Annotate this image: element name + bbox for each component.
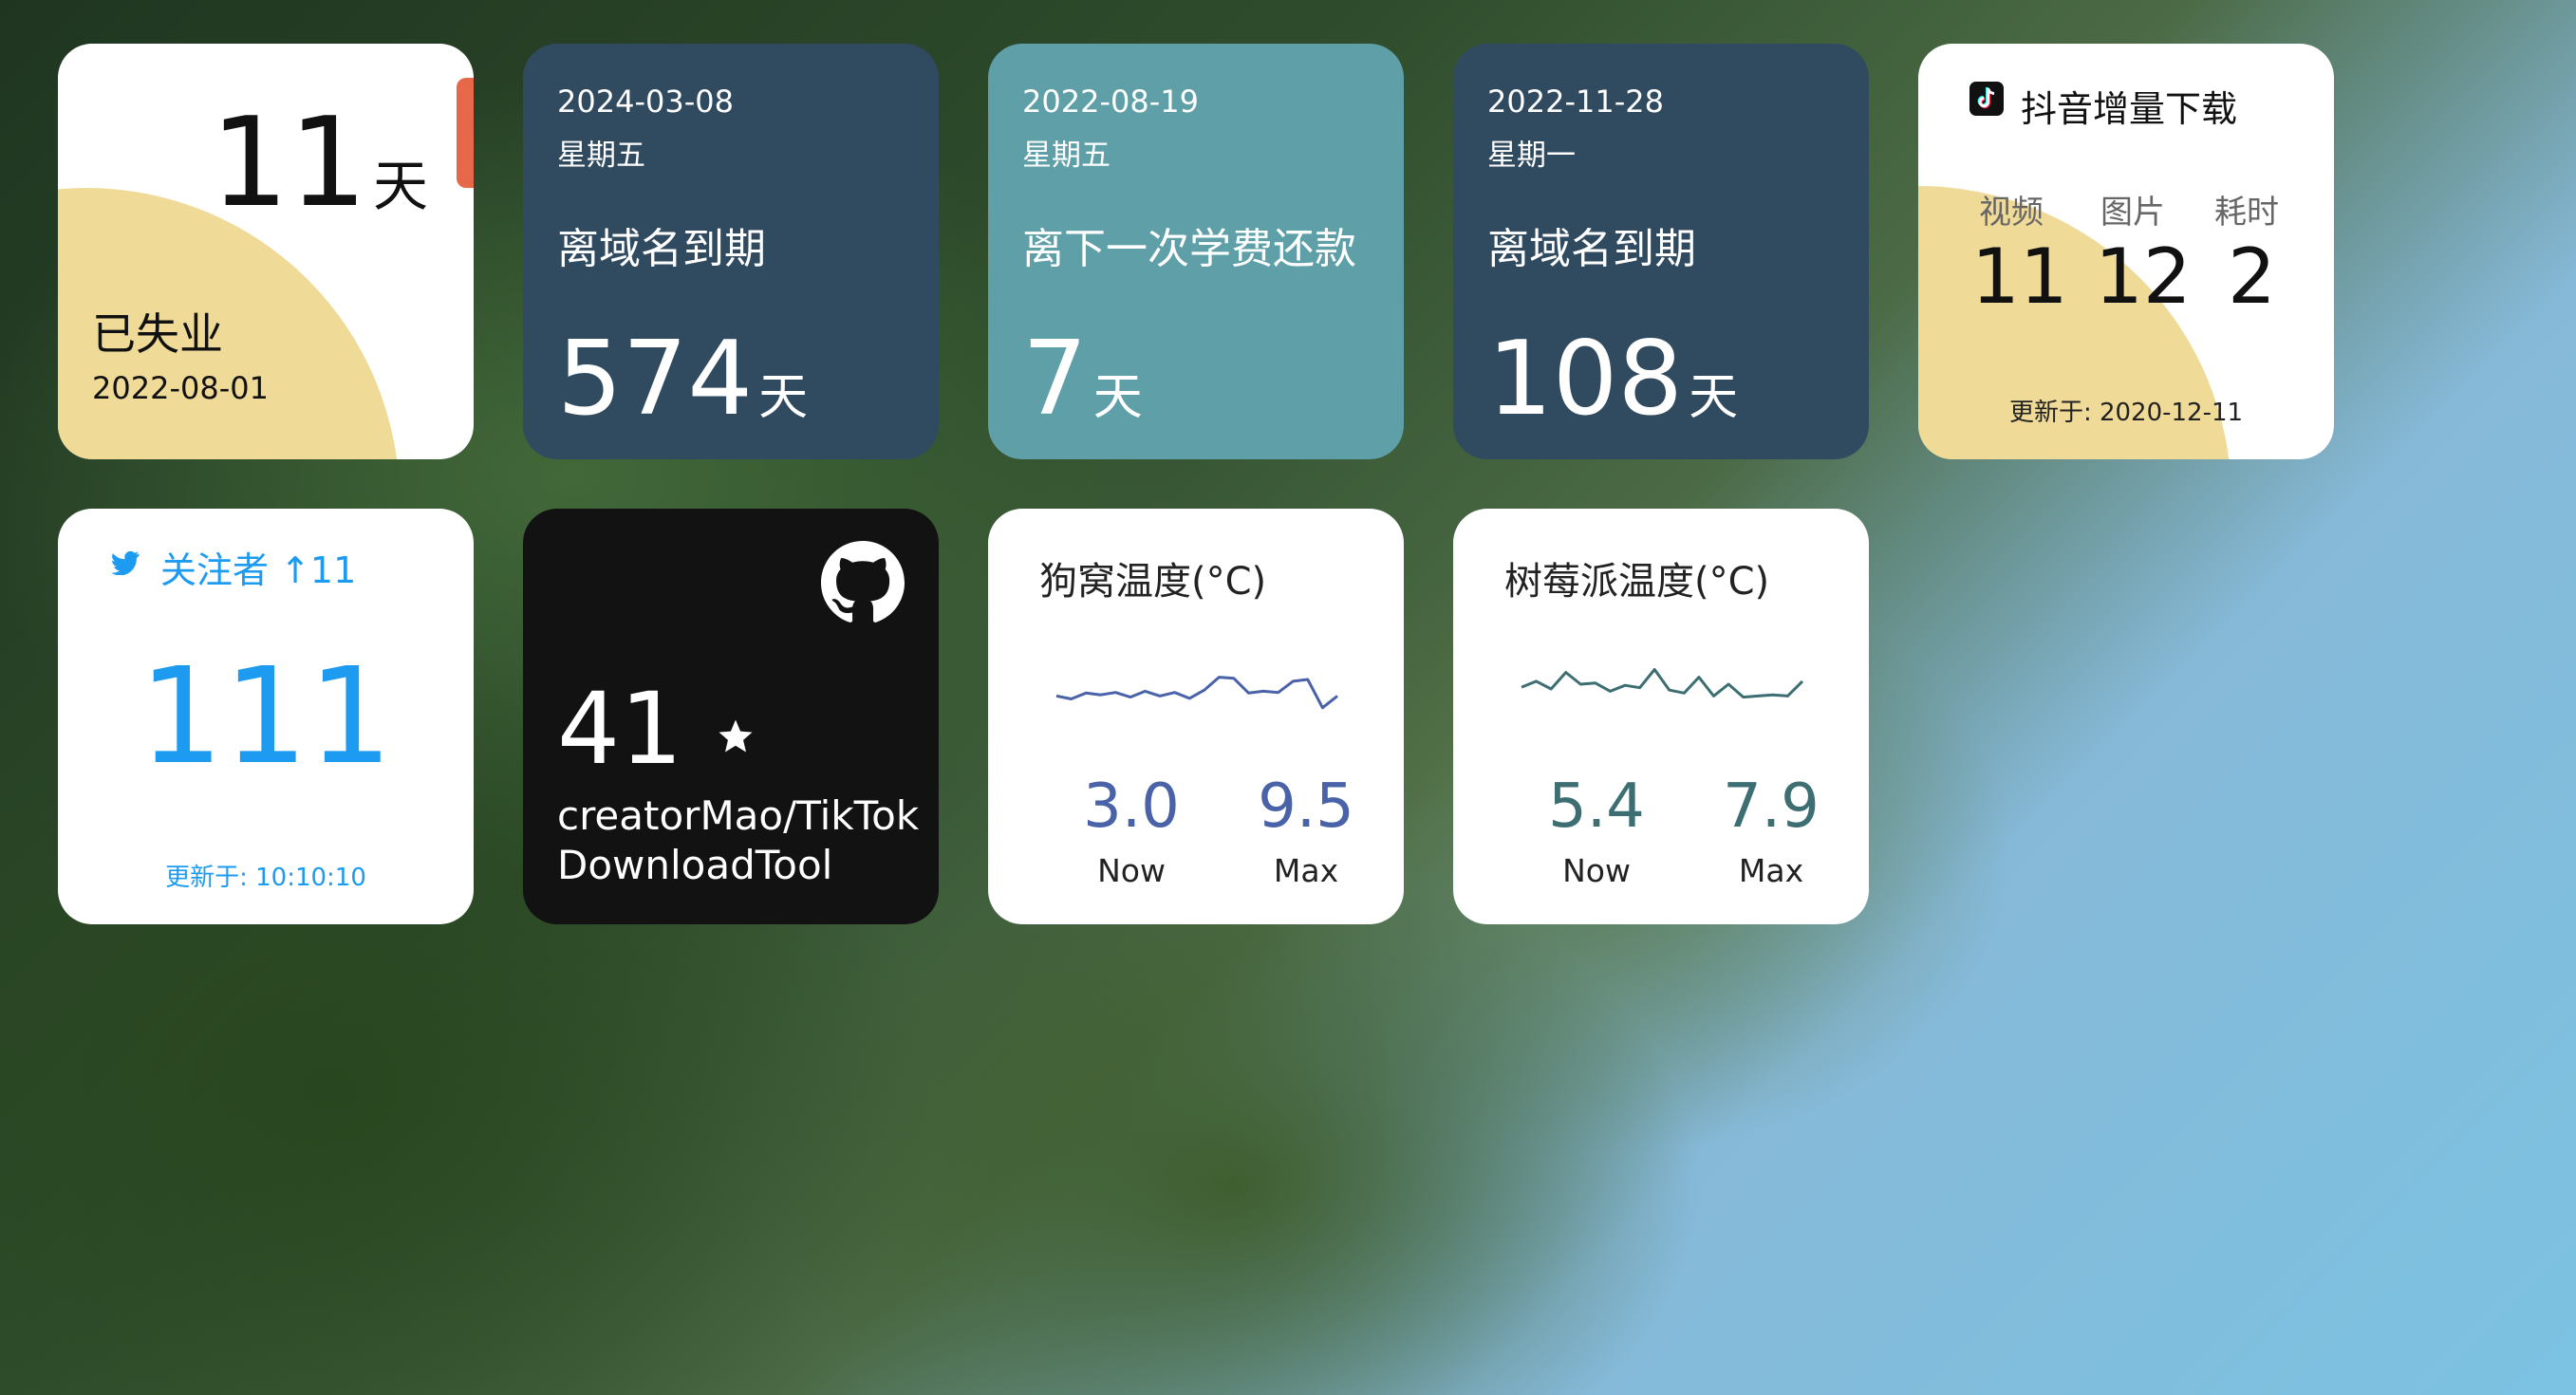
- countdown-days: 574 天: [557, 328, 808, 431]
- douyin-stat-image-label: 图片: [2100, 194, 2165, 232]
- douyin-title: 抖音增量下载: [2021, 88, 2238, 130]
- github-stars-card[interactable]: 41 creatorMao/TikTok DownloadTool: [523, 509, 939, 924]
- countdown-days: 7天: [1022, 328, 1143, 431]
- temperature-card-doghouse[interactable]: 狗窝温度(°C) 3.0 9.5 Now Max: [988, 509, 1404, 924]
- tiktok-icon: [1969, 82, 2004, 116]
- douyin-stat-video-label: 视频: [1979, 194, 2044, 232]
- temperature-max-label: Max: [1273, 852, 1339, 889]
- douyin-updated: 更新于: 2020-12-11: [2008, 399, 2244, 427]
- twitter-header: 关注者 ↑11: [160, 549, 357, 591]
- github-repo-line1: creatorMao/TikTok: [557, 792, 920, 839]
- twitter-icon: [111, 550, 140, 575]
- sparkline-path: [1055, 676, 1338, 710]
- github-repo-name[interactable]: creatorMao/TikTok DownloadTool: [557, 791, 919, 890]
- countdown-card-domain-1[interactable]: 2024-03-08 星期五 离域名到期 574 天: [523, 44, 939, 459]
- temperature-now-value: 5.4: [1548, 772, 1645, 842]
- unemployed-date: 2022-08-01: [92, 370, 269, 406]
- countdown-date: 2024-03-08: [557, 84, 734, 120]
- unemployed-days-value: 11: [210, 90, 367, 234]
- douyin-stat-image-value: 12: [2095, 232, 2192, 321]
- countdown-days-unit: 天: [1689, 369, 1739, 426]
- temperature-now-label: Now: [1097, 852, 1166, 889]
- dashboard-desktop: { "unemployed": { "days": "11", "unit": …: [0, 0, 2576, 1395]
- countdown-days-value: 574: [557, 320, 754, 438]
- douyin-stat-time-value: 2: [2228, 232, 2276, 321]
- countdown-weekday: 星期五: [557, 139, 645, 173]
- countdown-date: 2022-08-19: [1022, 84, 1199, 120]
- temperature-max-value: 9.5: [1258, 772, 1354, 842]
- temperature-sparkline: [1521, 668, 1804, 699]
- countdown-days-unit: 天: [1092, 369, 1143, 426]
- temperature-now-label: Now: [1562, 852, 1631, 889]
- github-repo-line2: DownloadTool: [557, 842, 833, 888]
- countdown-event: 离域名到期: [1487, 225, 1696, 273]
- unemployed-days: 11 天: [211, 101, 428, 224]
- temperature-max-label: Max: [1738, 852, 1804, 889]
- countdown-card-domain-2[interactable]: 2022-11-28 星期一 离域名到期 108 天: [1453, 44, 1869, 459]
- github-stars: 41: [557, 679, 756, 778]
- star-icon: [719, 719, 753, 753]
- unemployed-card[interactable]: 11 天 已失业 2022-08-01: [58, 44, 474, 459]
- sparkline-path: [1521, 668, 1804, 699]
- douyin-stat-video-value: 11: [1971, 232, 2068, 321]
- unemployed-label: 已失业: [92, 308, 223, 360]
- unemployed-days-unit: 天: [372, 154, 428, 218]
- twitter-follower-count: 111: [139, 640, 393, 794]
- temperature-sparkline: [1055, 676, 1338, 710]
- countdown-days: 108 天: [1487, 328, 1738, 431]
- countdown-weekday: 星期五: [1022, 139, 1111, 173]
- corner-marker: [457, 78, 474, 188]
- countdown-date: 2022-11-28: [1487, 84, 1664, 120]
- temperature-title: 树莓派温度(°C): [1504, 560, 1770, 604]
- temperature-now-value: 3.0: [1083, 772, 1180, 842]
- github-icon: [821, 541, 905, 623]
- countdown-event: 离域名到期: [557, 225, 766, 273]
- countdown-card-tuition[interactable]: 2022-08-19 星期五 离下一次学费还款 7天: [988, 44, 1404, 459]
- twitter-followers-card[interactable]: 关注者 ↑11 111 更新于: 10:10:10: [58, 509, 474, 924]
- countdown-days-value: 7: [1022, 320, 1088, 438]
- temperature-card-raspberry-pi[interactable]: 树莓派温度(°C) 5.4 7.9 Now Max: [1453, 509, 1869, 924]
- temperature-title: 狗窝温度(°C): [1039, 560, 1267, 604]
- countdown-event: 离下一次学费还款: [1022, 225, 1356, 273]
- temperature-max-value: 7.9: [1723, 772, 1820, 842]
- douyin-download-card[interactable]: 抖音增量下载 视频 图片 耗时 11 12 2 更新于: 2020-12-11: [1918, 44, 2334, 459]
- douyin-stat-time-label: 耗时: [2214, 194, 2279, 232]
- countdown-weekday: 星期一: [1487, 139, 1576, 173]
- twitter-updated: 更新于: 10:10:10: [165, 864, 366, 892]
- countdown-days-value: 108: [1487, 320, 1684, 438]
- countdown-days-unit: 天: [758, 369, 809, 426]
- github-star-count: 41: [557, 671, 683, 787]
